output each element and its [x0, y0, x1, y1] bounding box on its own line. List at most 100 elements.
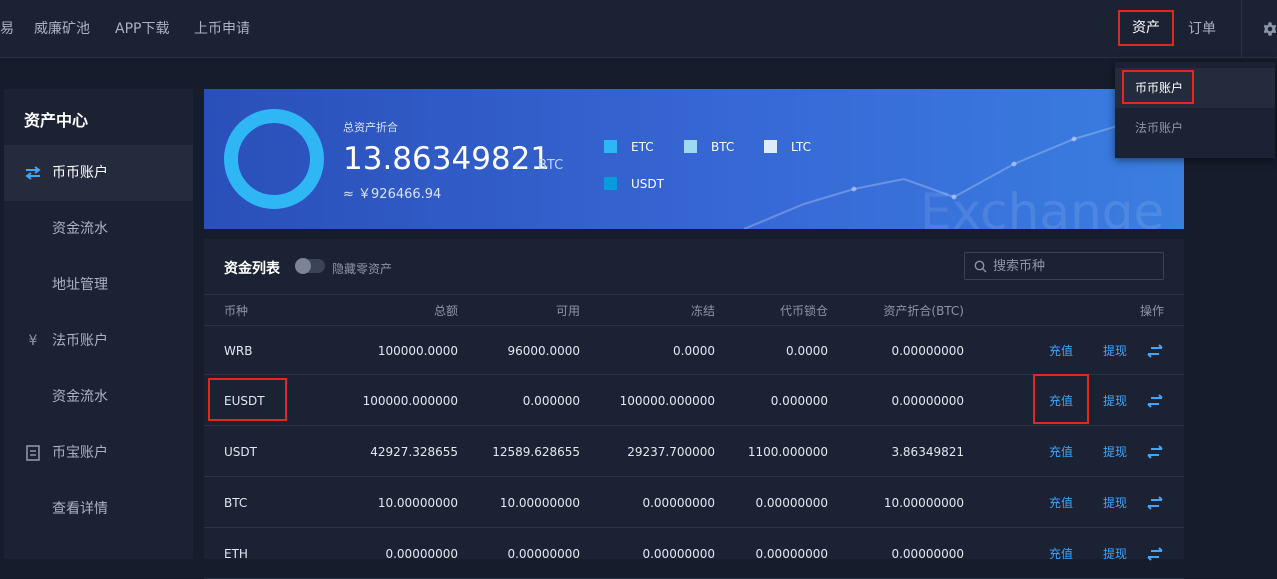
- cell-btc-value: 0.00000000: [891, 394, 964, 408]
- coin-search-box: [964, 252, 1164, 280]
- nav-orders-link[interactable]: 订单: [1188, 0, 1216, 58]
- cell-available: 0.000000: [522, 394, 580, 408]
- asset-summary-banner: Exchange 总资产折合 13.86349821 BTC ≈ ￥926466…: [204, 89, 1184, 229]
- cell-available: 10.00000000: [499, 496, 580, 510]
- cell-total: 100000.0000: [377, 344, 458, 358]
- sidebar-item-fiat-flow[interactable]: 资金流水: [4, 369, 193, 425]
- nav-item-trade[interactable]: 易: [0, 0, 14, 58]
- coin-search-input[interactable]: [993, 253, 1161, 279]
- deposit-link[interactable]: 充值: [1049, 478, 1073, 528]
- withdraw-link[interactable]: 提现: [1103, 427, 1127, 477]
- table-top-divider: [204, 294, 1184, 295]
- sidebar-item-fiat-account[interactable]: ¥ 法币账户: [4, 313, 193, 369]
- deposit-link[interactable]: 充值: [1049, 529, 1073, 579]
- withdraw-link[interactable]: 提现: [1103, 376, 1127, 426]
- highlight-eusdt: [208, 378, 287, 421]
- highlight-eusdt-deposit: [1033, 374, 1089, 424]
- sidebar-item-label: 法币账户: [52, 333, 108, 349]
- sidebar-item-coinbao-account[interactable]: 币宝账户: [4, 425, 193, 481]
- sidebar-item-label: 资金流水: [52, 221, 108, 237]
- sidebar-title: 资产中心: [24, 111, 89, 130]
- cell-btc-value: 0.00000000: [891, 547, 964, 561]
- total-assets-cny: ≈ ￥926466.94: [343, 187, 442, 202]
- cell-frozen: 29237.700000: [627, 445, 715, 459]
- sidebar-item-coin-flow[interactable]: 资金流水: [4, 201, 193, 257]
- table-row: WRB 100000.0000 96000.0000 0.0000 0.0000…: [204, 325, 1184, 375]
- cell-frozen: 0.00000000: [642, 496, 715, 510]
- column-header-total: 总额: [433, 304, 458, 318]
- withdraw-link[interactable]: 提现: [1103, 529, 1127, 579]
- table-row: ETH 0.00000000 0.00000000 0.00000000 0.0…: [204, 529, 1184, 579]
- legend-label: ETC: [631, 140, 654, 154]
- cell-locked: 1100.000000: [747, 445, 828, 459]
- yen-icon: ¥: [28, 333, 38, 349]
- cell-locked: 0.00000000: [755, 496, 828, 510]
- transfer-icon[interactable]: [1146, 445, 1164, 459]
- asset-ring-chart: [224, 109, 324, 209]
- top-navbar: 易 威廉矿池 APP下载 上币申请 资产 订单: [0, 0, 1277, 58]
- sidebar: 资产中心 币币账户 资金流水 地址管理 ¥ 法币账户 资金流水 币宝账户 查看详…: [4, 89, 193, 559]
- cell-coin: BTC: [224, 496, 248, 510]
- cell-available: 0.00000000: [507, 547, 580, 561]
- cell-coin: USDT: [224, 445, 257, 459]
- nav-item-mining-pool[interactable]: 威廉矿池: [34, 0, 90, 58]
- cell-btc-value: 0.00000000: [891, 344, 964, 358]
- transfer-icon[interactable]: [1146, 344, 1164, 358]
- highlight-coin-account: [1122, 70, 1194, 104]
- asset-list-title: 资金列表: [224, 261, 280, 277]
- legend-swatch: [764, 140, 777, 153]
- cell-available: 12589.628655: [492, 445, 580, 459]
- hide-zero-toggle[interactable]: [295, 258, 325, 274]
- deposit-link[interactable]: 充值: [1049, 326, 1073, 376]
- sidebar-item-label: 币币账户: [52, 165, 108, 181]
- transfer-icon[interactable]: [1146, 394, 1164, 408]
- table-row: BTC 10.00000000 10.00000000 0.00000000 0…: [204, 478, 1184, 528]
- legend-label: LTC: [791, 140, 812, 154]
- nav-divider: [1241, 0, 1242, 58]
- transfer-icon[interactable]: [1146, 496, 1164, 510]
- nav-assets-button[interactable]: 资产: [1118, 10, 1174, 46]
- cell-total: 10.00000000: [377, 496, 458, 510]
- sidebar-item-address[interactable]: 地址管理: [4, 257, 193, 313]
- total-assets-label: 总资产折合: [343, 121, 398, 134]
- legend-swatch: [604, 140, 617, 153]
- column-header-coin: 币种: [224, 304, 249, 318]
- settings-gear-icon[interactable]: [1263, 21, 1277, 37]
- column-header-btc-value: 资产折合(BTC): [883, 304, 964, 318]
- sidebar-item-coin-account[interactable]: 币币账户: [4, 145, 193, 201]
- document-icon: [26, 445, 40, 461]
- sidebar-item-label: 查看详情: [52, 501, 108, 517]
- total-assets-value: 13.86349821: [343, 141, 551, 177]
- withdraw-link[interactable]: 提现: [1103, 478, 1127, 528]
- cell-locked: 0.000000: [770, 394, 828, 408]
- cell-total: 42927.328655: [370, 445, 458, 459]
- legend-swatch: [684, 140, 697, 153]
- nav-item-listing-apply[interactable]: 上币申请: [194, 0, 250, 58]
- toggle-knob: [295, 258, 311, 274]
- table-row: USDT 42927.328655 12589.628655 29237.700…: [204, 427, 1184, 477]
- cell-coin: ETH: [224, 547, 248, 561]
- deposit-link[interactable]: 充值: [1049, 427, 1073, 477]
- cell-frozen: 0.00000000: [642, 547, 715, 561]
- exchange-icon: [25, 166, 41, 180]
- sidebar-item-label: 资金流水: [52, 389, 108, 405]
- total-assets-unit: BTC: [538, 158, 564, 173]
- withdraw-link[interactable]: 提现: [1103, 326, 1127, 376]
- cell-btc-value: 3.86349821: [891, 445, 964, 459]
- dropdown-fiat-account[interactable]: 法币账户: [1115, 108, 1275, 148]
- cell-available: 96000.0000: [507, 344, 580, 358]
- transfer-icon[interactable]: [1146, 547, 1164, 561]
- cell-btc-value: 10.00000000: [883, 496, 964, 510]
- hide-zero-label: 隐藏零资产: [332, 262, 393, 276]
- legend-label: BTC: [711, 140, 735, 154]
- cell-locked: 0.00000000: [755, 547, 828, 561]
- cell-total: 100000.000000: [362, 394, 458, 408]
- cell-frozen: 0.0000: [673, 344, 715, 358]
- banner-watermark: Exchange: [920, 183, 1165, 229]
- column-header-actions: 操作: [1139, 304, 1164, 318]
- legend-swatch: [604, 177, 617, 190]
- nav-item-app-download[interactable]: APP下载: [115, 0, 169, 58]
- sidebar-item-view-details[interactable]: 查看详情: [4, 481, 193, 537]
- sidebar-item-label: 地址管理: [52, 277, 108, 293]
- cell-total: 0.00000000: [385, 547, 458, 561]
